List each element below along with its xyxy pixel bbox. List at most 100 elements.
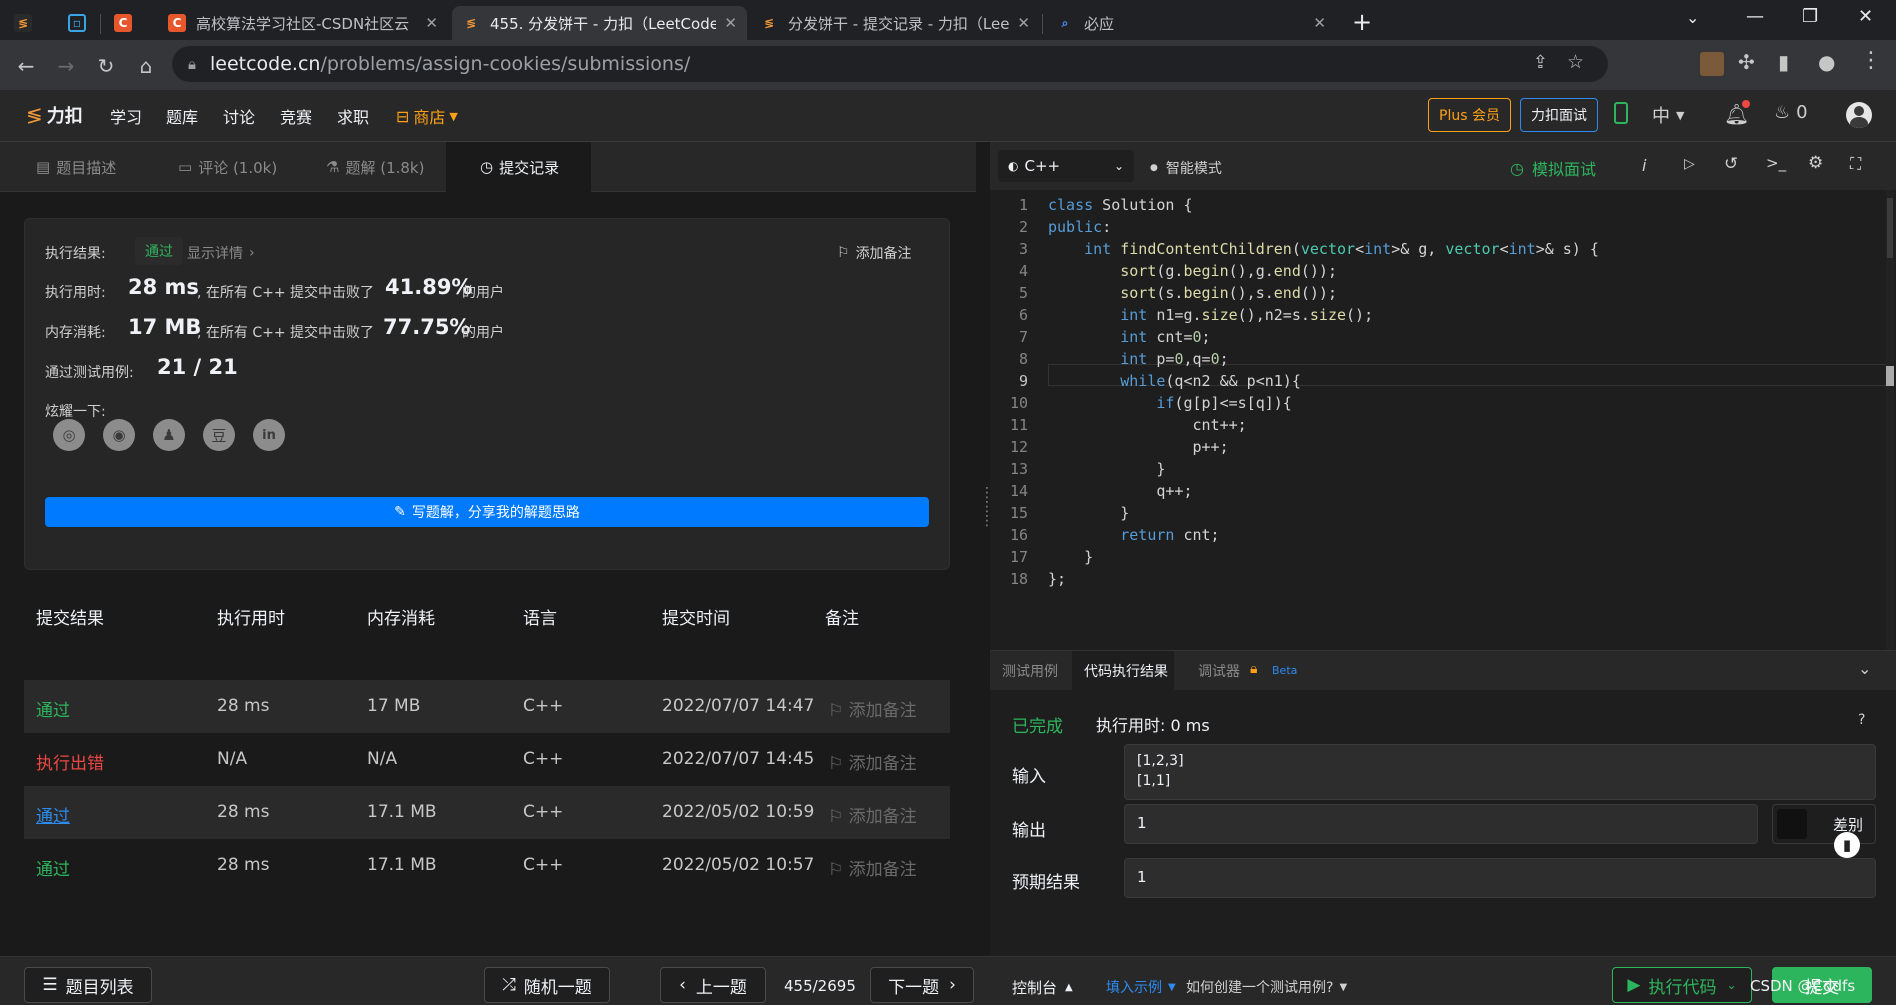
editor-scrollbar[interactable] xyxy=(1886,190,1894,690)
status-cell[interactable]: 执行出错 xyxy=(36,749,104,774)
status-cell[interactable]: 通过 xyxy=(36,802,70,827)
add-note-link[interactable]: ⚐ 添加备注 xyxy=(828,855,917,880)
status-cell[interactable]: 通过 xyxy=(36,696,70,721)
language-switch[interactable]: 中 ▼ xyxy=(1652,102,1684,128)
line-number: 5 xyxy=(1018,284,1028,302)
browser-tab[interactable]: C xyxy=(104,6,144,40)
run-code-button[interactable]: ▶ 执行代码 ⌄ xyxy=(1612,967,1752,1003)
pane-resizer[interactable]: ⋮ ⋮ ⋮ xyxy=(976,142,994,956)
diff-toggle[interactable] xyxy=(1777,809,1807,839)
problem-list-button[interactable]: ☰ 题目列表 xyxy=(24,967,152,1003)
fill-example-button[interactable]: 填入示例 ▼ xyxy=(1106,977,1176,997)
browser-tab[interactable]: ▫ xyxy=(58,6,98,40)
next-problem-button[interactable]: 下一题 › xyxy=(870,967,974,1003)
add-note-link[interactable]: ⚐ 添加备注 xyxy=(828,802,917,827)
puzzle-icon[interactable]: ✣ xyxy=(1738,50,1755,74)
console-toggle[interactable]: 控制台 ▲ xyxy=(1012,977,1073,998)
nav-store[interactable]: ⊟ 商店 ▼ xyxy=(396,104,458,128)
sidebar-icon[interactable]: ▮ xyxy=(1778,50,1789,74)
code-line: p++; xyxy=(1048,438,1229,456)
diff-button[interactable]: 差别 xyxy=(1772,804,1876,844)
site-logo[interactable]: ≶ 力扣 xyxy=(26,102,83,128)
profile-icon[interactable]: ● xyxy=(1818,50,1835,74)
add-note-link[interactable]: ⚐ 添加备注 xyxy=(828,749,917,774)
input-box[interactable]: [1,2,3] [1,1] xyxy=(1124,744,1876,800)
share-icon[interactable]: ⇪ xyxy=(1533,52,1548,73)
wechat-icon[interactable]: ◎ xyxy=(53,419,85,451)
play-icon[interactable]: ▷ xyxy=(1684,156,1695,172)
star-icon[interactable]: ☆ xyxy=(1567,51,1584,73)
browser-tab[interactable]: ≶ xyxy=(4,6,54,40)
table-row[interactable]: 通过 28 ms 17.1 MB C++ 2022/05/02 10:57 ⚐ 添加备注 xyxy=(24,839,950,892)
terminal-icon[interactable]: >_ xyxy=(1766,154,1786,172)
interview-button[interactable]: 力扣面试 xyxy=(1520,98,1598,132)
browser-tab[interactable]: ≶ 分发饼干 - 提交记录 - 力扣（Lee ✕ xyxy=(750,6,1040,40)
add-note-link[interactable]: ⚐ 添加备注 xyxy=(828,696,917,721)
back-button[interactable]: ← xyxy=(12,52,40,80)
reset-icon[interactable]: ↺ xyxy=(1724,154,1738,174)
browser-tab-active[interactable]: ≶ 455. 分发饼干 - 力扣（LeetCode） ✕ xyxy=(452,6,747,40)
close-icon[interactable]: ✕ xyxy=(1017,14,1030,32)
nav-contest[interactable]: 竞赛 xyxy=(280,104,312,128)
points-counter[interactable]: ♨ 0 xyxy=(1774,102,1808,123)
tab-solutions[interactable]: ⚗ 题解 (1.8k) xyxy=(326,142,424,192)
reload-button[interactable]: ↻ xyxy=(92,52,120,80)
address-bar[interactable]: 🔒︎ leetcode.cn /problems/assign-cookies/… xyxy=(172,46,1608,82)
home-button[interactable]: ⌂ xyxy=(132,52,160,80)
douban-icon[interactable]: 豆 xyxy=(203,419,235,451)
close-window-button[interactable]: ✕ xyxy=(1858,6,1873,27)
mock-interview-button[interactable]: ◷ 模拟面试 xyxy=(1510,156,1596,180)
restore-button[interactable]: ❐ xyxy=(1802,6,1818,27)
tab-testcase[interactable]: 测试用例 xyxy=(1002,661,1058,681)
menu-icon[interactable]: ⋮ xyxy=(1860,48,1882,73)
tab-submissions[interactable]: ◷ 提交记录 xyxy=(446,142,591,192)
fullscreen-icon[interactable]: ⛶ xyxy=(1850,154,1861,174)
linkedin-icon[interactable]: in xyxy=(253,419,285,451)
info-icon[interactable]: i xyxy=(1642,156,1646,175)
plus-member-button[interactable]: Plus 会员 xyxy=(1428,98,1511,132)
tab-description[interactable]: ▤ 题目描述 xyxy=(36,142,116,192)
table-row[interactable]: 通过 28 ms 17.1 MB C++ 2022/05/02 10:59 ⚐ 添加备注 xyxy=(24,786,950,839)
nav-discuss[interactable]: 讨论 xyxy=(223,104,255,128)
tab-debugger[interactable]: 调试器 xyxy=(1198,661,1240,681)
code-editor[interactable]: 1 class Solution {2 public: 3 int findConte… xyxy=(990,190,1896,690)
add-note-button[interactable]: ⚐ 添加备注 xyxy=(837,243,912,263)
how-to-create-testcase[interactable]: 如何创建一个测试用例? ▼ xyxy=(1186,977,1347,997)
prev-problem-button[interactable]: ‹ 上一题 xyxy=(660,967,766,1003)
close-icon[interactable]: ✕ xyxy=(1313,14,1326,32)
output-box[interactable]: 1 xyxy=(1124,804,1758,844)
close-icon[interactable]: ✕ xyxy=(425,14,438,32)
smart-mode-toggle[interactable]: ● 智能模式 xyxy=(1150,158,1222,178)
nav-learn[interactable]: 学习 xyxy=(110,104,142,128)
random-problem-button[interactable]: ⤮ 随机一题 xyxy=(484,967,610,1003)
table-row[interactable]: 执行出错 N/A N/A C++ 2022/07/07 14:45 ⚐ 添加备注 xyxy=(24,733,950,786)
bookmark-icon[interactable]: ▮ xyxy=(1834,832,1860,858)
status-cell[interactable]: 通过 xyxy=(36,855,70,880)
status-badge: 通过 xyxy=(135,237,183,265)
minimize-button[interactable]: — xyxy=(1746,6,1764,27)
nav-jobs[interactable]: 求职 xyxy=(337,104,369,128)
help-icon[interactable]: ? xyxy=(1858,712,1865,728)
tab-search-icon[interactable]: ⌄ xyxy=(1686,8,1699,27)
close-icon[interactable]: ✕ xyxy=(724,14,737,32)
language-select[interactable]: ◐ C++ ⌄ xyxy=(998,150,1134,182)
tab-run-result[interactable]: 代码执行结果 xyxy=(1084,661,1168,681)
forward-button[interactable]: → xyxy=(52,52,80,80)
lock-icon[interactable]: 🔒︎ xyxy=(188,55,196,73)
avatar[interactable] xyxy=(1846,102,1872,128)
collapse-icon[interactable]: ⌄ xyxy=(1858,659,1871,678)
weibo-icon[interactable]: ◉ xyxy=(103,419,135,451)
extension-icon[interactable] xyxy=(1700,52,1724,76)
table-row[interactable]: 通过 28 ms 17 MB C++ 2022/07/07 14:47 ⚐ 添加备注 xyxy=(24,680,950,733)
tab-comments[interactable]: ▭ 评论 (1.0k) xyxy=(178,142,277,192)
browser-tab[interactable]: C 高校算法学习社区-CSDN社区云 ✕ xyxy=(158,6,448,40)
nav-problemset[interactable]: 题库 xyxy=(166,104,198,128)
show-details-link[interactable]: 显示详情 › xyxy=(187,243,255,263)
write-solution-button[interactable]: ✎ 写题解，分享我的解题思路 xyxy=(45,497,929,527)
mobile-icon[interactable] xyxy=(1614,102,1628,124)
browser-tab[interactable]: ⌕ 必应 ✕ xyxy=(1046,6,1336,40)
new-tab-button[interactable]: + xyxy=(1352,8,1372,36)
qq-icon[interactable]: ♟ xyxy=(153,419,185,451)
expected-box[interactable]: 1 xyxy=(1124,858,1876,898)
settings-icon[interactable]: ⚙ xyxy=(1808,153,1823,173)
